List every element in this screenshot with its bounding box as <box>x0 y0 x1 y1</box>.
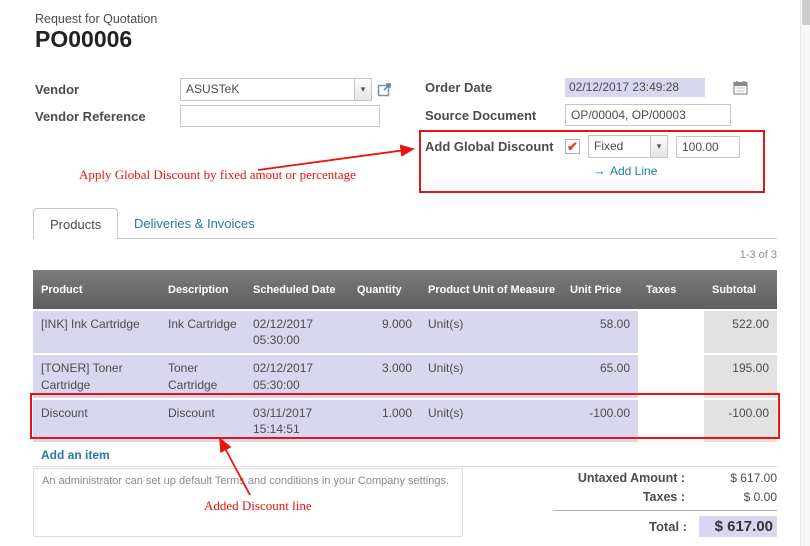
untaxed-amount-value: $ 617.00 <box>697 471 777 485</box>
totals-divider <box>553 510 777 511</box>
source-document-field-row: Source Document <box>425 104 731 126</box>
cell-uom: Unit(s) <box>420 399 562 443</box>
add-line-link[interactable]: → Add Line <box>593 163 657 178</box>
check-icon: ✔ <box>567 140 578 153</box>
cell-taxes <box>638 310 704 354</box>
discount-type-value: Fixed <box>589 136 650 157</box>
cell-product: [INK] Ink Cartridge <box>33 310 160 354</box>
taxes-value: $ 0.00 <box>697 490 777 504</box>
external-link-icon[interactable] <box>377 82 392 97</box>
cell-scheduled-date: 02/12/2017 05:30:00 <box>245 354 349 398</box>
global-discount-field-row: Add Global Discount ✔ Fixed ▾ <box>425 135 740 158</box>
total-row: Total : $ 617.00 <box>553 516 777 537</box>
table-row[interactable]: [TONER] Toner Cartridge Toner Cartridge … <box>33 354 777 398</box>
cell-subtotal: -100.00 <box>704 399 777 443</box>
tab-products-label: Products <box>50 217 101 232</box>
table-row-discount[interactable]: Discount Discount 03/11/2017 15:14:51 1.… <box>33 399 777 443</box>
column-header-product[interactable]: Product <box>33 270 160 310</box>
cell-scheduled-date: 03/11/2017 15:14:51 <box>245 399 349 443</box>
scrollbar[interactable] <box>800 0 810 546</box>
cell-uom: Unit(s) <box>420 310 562 354</box>
vendor-reference-field-row: Vendor Reference <box>35 105 380 127</box>
terms-placeholder: An administrator can set up default Term… <box>34 469 462 493</box>
column-header-description[interactable]: Description <box>160 270 245 310</box>
annotation-arrow-1 <box>258 149 413 170</box>
cell-taxes <box>638 399 704 443</box>
order-lines-table: Product Description Scheduled Date Quant… <box>33 270 777 444</box>
source-document-input[interactable] <box>565 104 731 126</box>
column-header-subtotal[interactable]: Subtotal <box>704 270 777 310</box>
cell-quantity: 3.000 <box>349 354 420 398</box>
totals-panel: Untaxed Amount : $ 617.00 Taxes : $ 0.00… <box>553 471 777 537</box>
cell-taxes <box>638 354 704 398</box>
cell-scheduled-date: 02/12/2017 05:30:00 <box>245 310 349 354</box>
column-header-scheduled-date[interactable]: Scheduled Date <box>245 270 349 310</box>
doc-type-label: Request for Quotation <box>35 12 157 26</box>
page-title: PO00006 <box>35 26 132 53</box>
vendor-field-row: Vendor ASUSTeK ▾ <box>35 78 392 101</box>
scrollbar-thumb[interactable] <box>802 0 810 25</box>
column-header-unit-price[interactable]: Unit Price <box>562 270 638 310</box>
source-document-label: Source Document <box>425 108 565 123</box>
column-header-uom[interactable]: Product Unit of Measure <box>420 270 562 310</box>
cell-unit-price: 58.00 <box>562 310 638 354</box>
add-line-label: Add Line <box>610 164 657 178</box>
cell-unit-price: -100.00 <box>562 399 638 443</box>
chevron-down-icon[interactable]: ▾ <box>354 79 371 100</box>
cell-subtotal: 522.00 <box>704 310 777 354</box>
taxes-row: Taxes : $ 0.00 <box>553 490 777 504</box>
total-label: Total : <box>553 519 699 534</box>
vendor-reference-input[interactable] <box>180 105 380 127</box>
order-date-field-row: Order Date 02/12/2017 23:49:28 <box>425 78 748 97</box>
pager: 1-3 of 3 <box>600 249 777 261</box>
vendor-reference-label: Vendor Reference <box>35 109 180 124</box>
cell-quantity: 9.000 <box>349 310 420 354</box>
calendar-icon[interactable] <box>733 80 748 95</box>
add-an-item-link[interactable]: Add an item <box>33 444 777 467</box>
untaxed-amount-label: Untaxed Amount : <box>553 471 697 485</box>
cell-product: [TONER] Toner Cartridge <box>33 354 160 398</box>
global-discount-label: Add Global Discount <box>425 139 565 154</box>
vendor-value: ASUSTeK <box>181 79 354 100</box>
vendor-select[interactable]: ASUSTeK ▾ <box>180 78 372 101</box>
untaxed-amount-row: Untaxed Amount : $ 617.00 <box>553 471 777 485</box>
order-date-value[interactable]: 02/12/2017 23:49:28 <box>565 78 705 97</box>
annotation-note-global-discount: Apply Global Discount by fixed amout or … <box>79 167 356 183</box>
cell-description: Discount <box>160 399 245 443</box>
cell-description: Toner Cartridge <box>160 354 245 398</box>
tab-products[interactable]: Products <box>33 208 118 239</box>
table-header-row: Product Description Scheduled Date Quant… <box>33 270 777 310</box>
discount-type-select[interactable]: Fixed ▾ <box>588 135 668 158</box>
global-discount-checkbox[interactable]: ✔ <box>565 139 580 154</box>
chevron-down-icon[interactable]: ▾ <box>650 136 667 157</box>
column-header-quantity[interactable]: Quantity <box>349 270 420 310</box>
cell-unit-price: 65.00 <box>562 354 638 398</box>
arrow-right-icon: → <box>593 163 606 178</box>
terms-field[interactable]: An administrator can set up default Term… <box>33 468 463 537</box>
cell-quantity: 1.000 <box>349 399 420 443</box>
discount-amount-input[interactable] <box>676 136 740 158</box>
tab-deliveries-invoices-label: Deliveries & Invoices <box>134 216 255 231</box>
taxes-label: Taxes : <box>553 490 697 504</box>
cell-uom: Unit(s) <box>420 354 562 398</box>
table-row[interactable]: [INK] Ink Cartridge Ink Cartridge 02/12/… <box>33 310 777 354</box>
tab-deliveries-invoices[interactable]: Deliveries & Invoices <box>122 208 267 239</box>
order-lines: Product Description Scheduled Date Quant… <box>33 270 777 467</box>
cell-description: Ink Cartridge <box>160 310 245 354</box>
column-header-taxes[interactable]: Taxes <box>638 270 704 310</box>
cell-product: Discount <box>33 399 160 443</box>
order-date-label: Order Date <box>425 80 565 95</box>
cell-subtotal: 195.00 <box>704 354 777 398</box>
total-value: $ 617.00 <box>699 516 777 537</box>
vendor-label: Vendor <box>35 82 180 97</box>
